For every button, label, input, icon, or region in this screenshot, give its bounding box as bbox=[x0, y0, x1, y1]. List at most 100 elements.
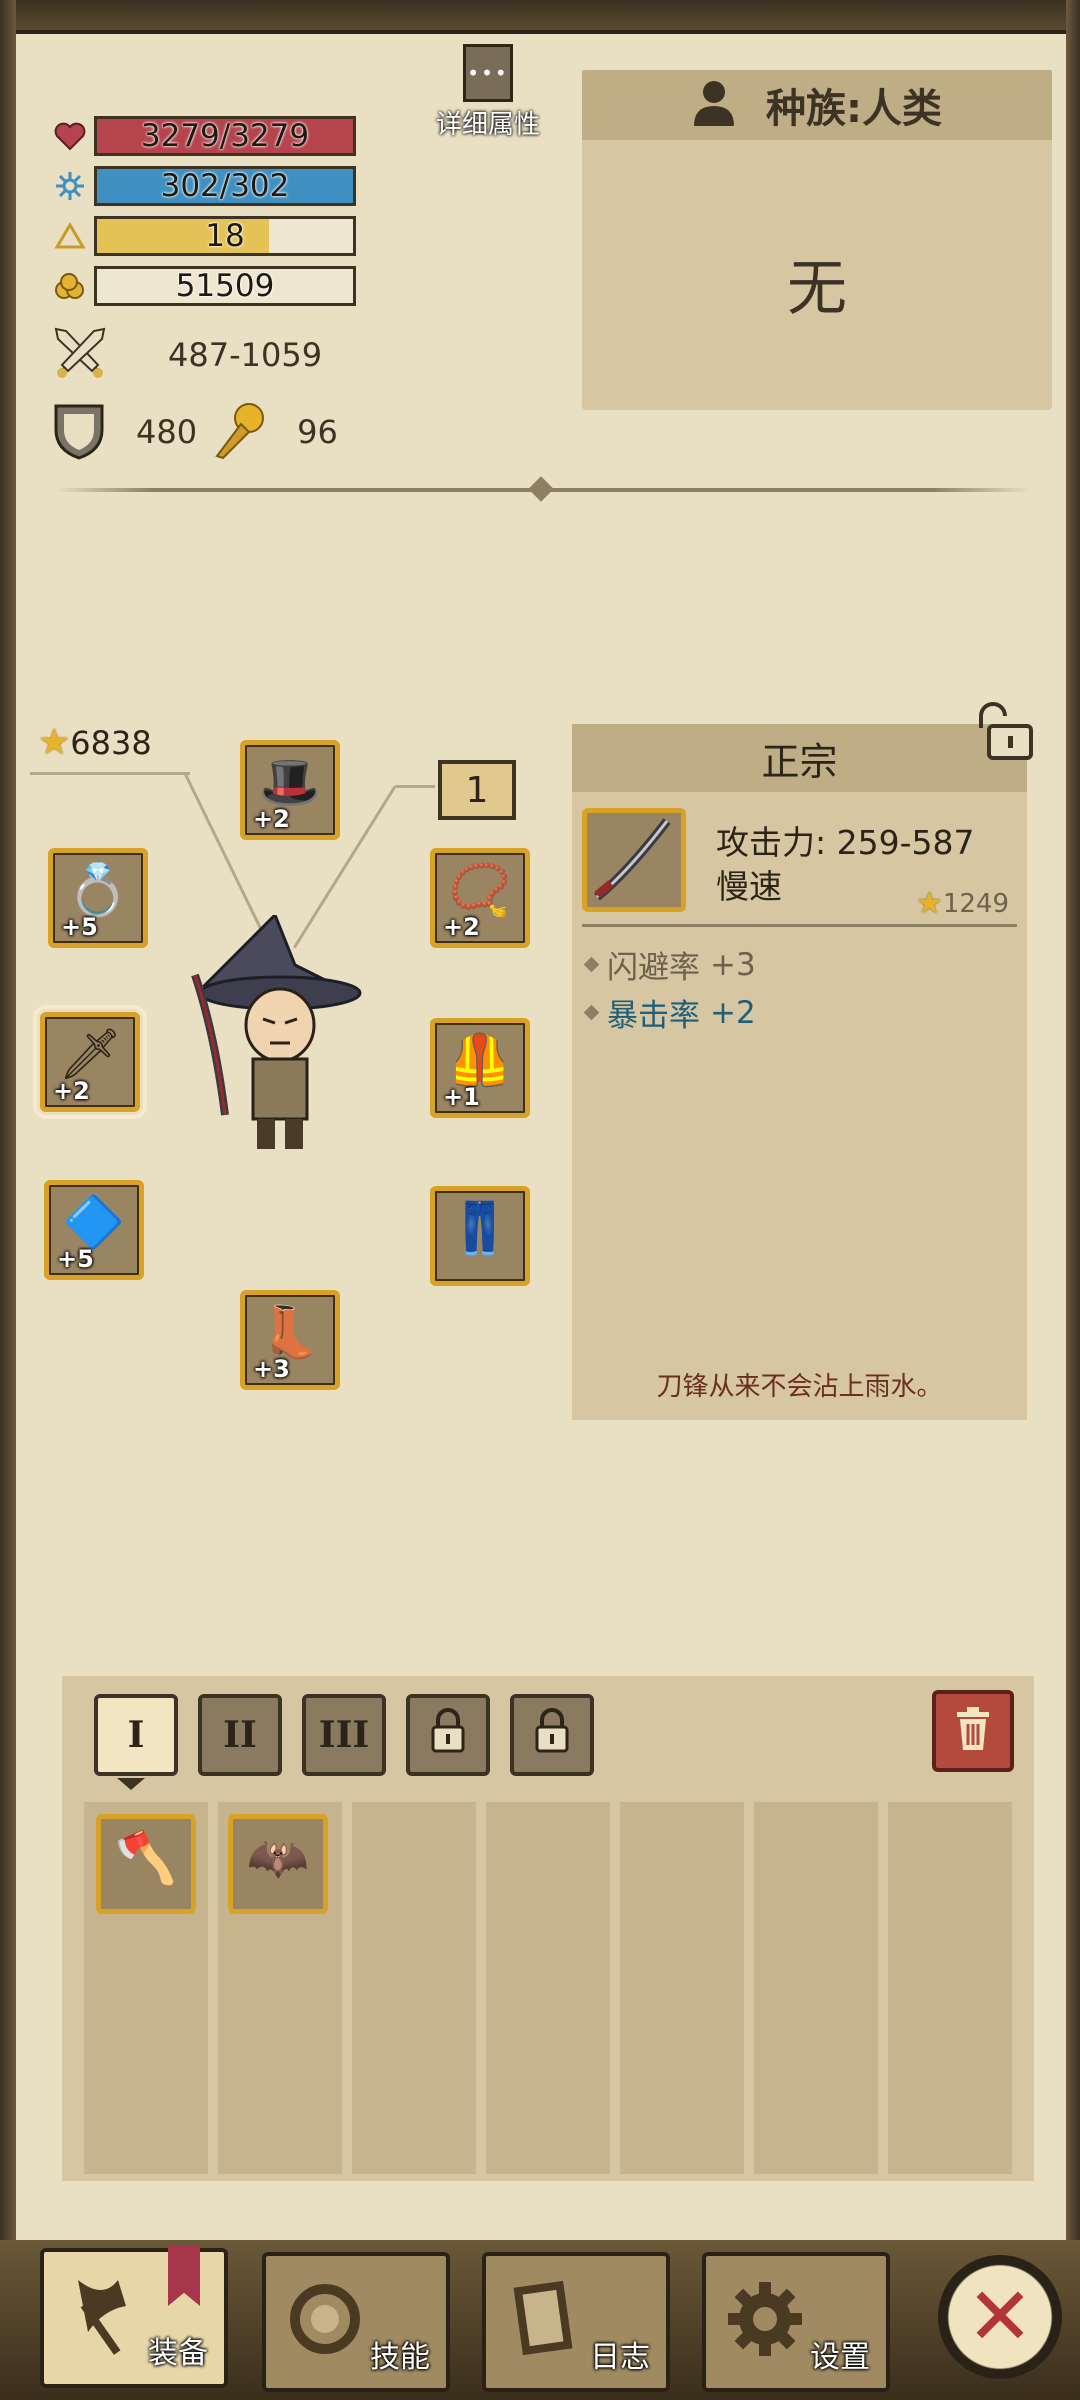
inventory-slot[interactable] bbox=[754, 1926, 878, 2050]
inventory-slot[interactable] bbox=[888, 2050, 1012, 2174]
affix-label: 暴击率 bbox=[607, 998, 700, 1034]
more-dots-icon: ••• bbox=[463, 44, 513, 102]
item-flavor-text: 刀锋从来不会沾上雨水。 bbox=[656, 1372, 943, 1402]
nav-equip-label: 装备 bbox=[148, 2336, 208, 2371]
sword-icon: 🗡 bbox=[58, 1025, 122, 1083]
inventory-slot[interactable] bbox=[754, 1802, 878, 1926]
item-detail-panel: 正宗 攻击力: 259-587 慢速 ★ 1249 闪避率 +3 暴击率 +2 … bbox=[572, 702, 1033, 1420]
affix-value: +2 bbox=[710, 994, 756, 1031]
inventory-slot[interactable] bbox=[218, 2050, 342, 2174]
enhance-level: +5 bbox=[61, 913, 98, 941]
affix-value: +3 bbox=[710, 946, 756, 983]
luck-value: 96 bbox=[297, 413, 338, 451]
nav-settings-button[interactable]: 设置 bbox=[702, 2252, 890, 2392]
nav-skills-label: 技能 bbox=[370, 2340, 430, 2375]
enhance-level: +2 bbox=[443, 913, 480, 941]
equip-slot-ring[interactable]: 💍 +5 bbox=[48, 848, 148, 948]
gold-bar: 51509 bbox=[94, 266, 356, 306]
equip-slot-armor[interactable]: 🦺 +1 bbox=[430, 1018, 530, 1118]
inventory-item-axe[interactable]: 🪓 bbox=[96, 1814, 196, 1914]
pants-icon: 👖 bbox=[448, 1199, 512, 1257]
inventory-slot[interactable] bbox=[888, 1802, 1012, 1926]
luck-horn-icon bbox=[211, 400, 267, 464]
hp-bar: 3279/3279 bbox=[94, 116, 356, 156]
unlock-icon[interactable] bbox=[971, 702, 1035, 762]
enhance-level: +3 bbox=[253, 1355, 290, 1383]
inventory-slot[interactable] bbox=[620, 1926, 744, 2050]
bat-wing-icon: 🦇 bbox=[246, 1829, 310, 1887]
inventory-tab-1[interactable]: I bbox=[94, 1694, 178, 1776]
item-speed: 慢速 bbox=[716, 867, 782, 906]
nav-log-label: 日志 bbox=[590, 2340, 650, 2375]
inventory-item-bat[interactable]: 🦇 bbox=[228, 1814, 328, 1914]
person-icon bbox=[692, 78, 736, 132]
inventory-slot[interactable] bbox=[888, 1926, 1012, 2050]
top-frame bbox=[0, 0, 1080, 34]
diamond-bullet-icon bbox=[583, 956, 600, 973]
equip-slot-boots[interactable]: 👢 +3 bbox=[240, 1290, 340, 1390]
shield-icon bbox=[52, 400, 106, 464]
mp-row: 302/302 bbox=[52, 164, 356, 208]
boots-icon: 👢 bbox=[258, 1303, 322, 1361]
equip-slot-weapon[interactable]: 🗡 +2 bbox=[33, 1005, 147, 1119]
inventory-slot[interactable] bbox=[620, 2050, 744, 2174]
inventory-tab-locked-5[interactable] bbox=[510, 1694, 594, 1776]
equip-slot-necklace[interactable]: 📿 +2 bbox=[430, 848, 530, 948]
inventory-slot[interactable] bbox=[352, 2050, 476, 2174]
equip-slot-offhand[interactable]: 🔷 +5 bbox=[44, 1180, 144, 1280]
item-score-value: 1249 bbox=[942, 888, 1009, 919]
item-attack: 攻击力: 259-587 bbox=[716, 823, 975, 862]
equip-slot-hat[interactable]: 🎩 +2 bbox=[240, 740, 340, 840]
detail-attributes-button[interactable]: ••• 详细属性 bbox=[428, 44, 548, 144]
inventory-slot[interactable] bbox=[486, 1802, 610, 1926]
divider-ornament bbox=[528, 476, 554, 502]
mp-bar: 302/302 bbox=[94, 166, 356, 206]
affix-label: 闪避率 bbox=[607, 950, 700, 986]
affix-dodge: 闪避率 +3 bbox=[583, 942, 756, 987]
inventory-tab-3[interactable]: III bbox=[302, 1694, 386, 1776]
inventory-tab-locked-4[interactable] bbox=[406, 1694, 490, 1776]
race-panel: 种族:人类 无 bbox=[582, 70, 1052, 410]
race-title: 种族:人类 bbox=[766, 86, 942, 132]
diamond-bullet-icon bbox=[583, 1004, 600, 1021]
gear-score-value: 6838 bbox=[70, 723, 152, 762]
gold-pile-icon bbox=[52, 268, 88, 304]
mana-sparkle-icon bbox=[52, 168, 88, 204]
close-button[interactable]: ✕ bbox=[938, 2255, 1062, 2379]
skill-ring-icon bbox=[280, 2274, 370, 2364]
nav-log-button[interactable]: 日志 bbox=[482, 2252, 670, 2392]
inventory-slot[interactable] bbox=[352, 1802, 476, 1926]
active-tab-pointer bbox=[117, 1778, 145, 1790]
equip-slot-pants[interactable]: 👖 bbox=[430, 1186, 530, 1286]
trash-icon bbox=[953, 1706, 993, 1756]
level-bar: 18 bbox=[94, 216, 356, 256]
ring-icon: 💍 bbox=[66, 861, 130, 919]
item-icon bbox=[582, 808, 686, 912]
enhance-level: +2 bbox=[253, 805, 290, 833]
gear-score: ★ 6838 bbox=[38, 722, 152, 763]
inventory-tab-2[interactable]: II bbox=[198, 1694, 282, 1776]
inventory-slot[interactable] bbox=[84, 1926, 208, 2050]
hp-text: 3279/3279 bbox=[140, 118, 310, 154]
necklace-icon: 📿 bbox=[448, 861, 512, 919]
inventory-slot[interactable] bbox=[486, 1926, 610, 2050]
item-score: ★ 1249 bbox=[916, 886, 1009, 921]
crossed-swords-icon bbox=[52, 325, 108, 385]
inventory-slot[interactable] bbox=[84, 2050, 208, 2174]
attack-row: 487-1059 bbox=[52, 325, 322, 385]
inventory-slot[interactable] bbox=[352, 1926, 476, 2050]
padlock-icon bbox=[532, 1707, 572, 1763]
nav-skills-button[interactable]: 技能 bbox=[262, 2252, 450, 2392]
inventory-slot[interactable] bbox=[218, 1926, 342, 2050]
battle-axe-icon bbox=[58, 2270, 148, 2360]
inventory-slot[interactable] bbox=[754, 2050, 878, 2174]
star-icon: ★ bbox=[38, 722, 71, 763]
star-icon: ★ bbox=[915, 886, 943, 921]
inventory-slot[interactable] bbox=[620, 1802, 744, 1926]
defense-row: 480 96 bbox=[52, 400, 338, 464]
mp-text: 302/302 bbox=[160, 168, 290, 204]
character-avatar bbox=[185, 912, 365, 1155]
trash-button[interactable] bbox=[932, 1690, 1014, 1772]
axe-icon: 🪓 bbox=[114, 1829, 178, 1887]
inventory-slot[interactable] bbox=[486, 2050, 610, 2174]
